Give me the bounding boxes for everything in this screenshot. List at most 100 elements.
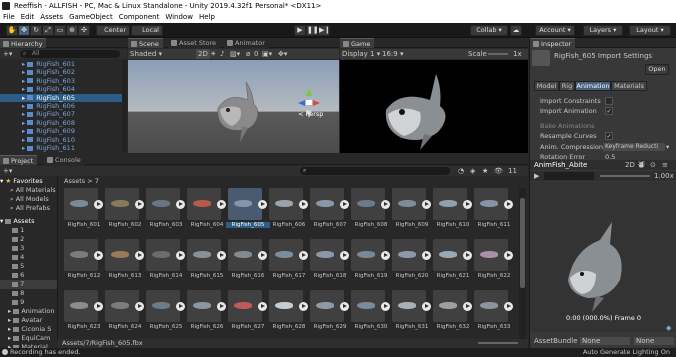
expand-play-icon[interactable] — [258, 200, 267, 209]
menu-component[interactable]: Component — [116, 12, 163, 23]
asset-tile[interactable]: RigFish_631 — [390, 290, 431, 336]
asset-tile[interactable]: RigFish_623 — [62, 290, 103, 336]
asset-tile[interactable]: RigFish_616 — [226, 239, 267, 285]
asset-tile[interactable]: RigFish_607 — [308, 188, 349, 234]
asset-thumbnail[interactable] — [392, 239, 431, 271]
pause-icon[interactable]: ❚❚ — [306, 25, 319, 36]
menu-file[interactable]: File — [0, 12, 18, 23]
step-icon[interactable]: ▶❙ — [318, 25, 330, 36]
asset-tile[interactable]: RigFish_614 — [144, 239, 185, 285]
expand-arrow-icon[interactable]: ▸ — [8, 325, 11, 333]
expand-play-icon[interactable] — [176, 302, 185, 311]
expand-play-icon[interactable] — [463, 200, 472, 209]
expand-play-icon[interactable] — [94, 302, 103, 311]
expand-arrow-icon[interactable]: ▸ — [22, 110, 25, 118]
scale-slider[interactable] — [488, 53, 508, 55]
favorite-icon[interactable]: ★ — [482, 166, 488, 176]
expand-play-icon[interactable] — [176, 251, 185, 260]
expand-arrow-icon[interactable]: ▸ — [8, 307, 11, 315]
menu-window[interactable]: Window — [162, 12, 196, 23]
layout-dropdown[interactable]: Layout ▾ — [629, 25, 671, 36]
asset-tile[interactable]: RigFish_624 — [103, 290, 144, 336]
tab-materials[interactable]: Materials — [611, 81, 647, 91]
expand-arrow-icon[interactable]: ▸ — [8, 334, 11, 342]
expand-arrow-icon[interactable]: ▸ — [22, 60, 25, 68]
project-folder[interactable]: 3 — [0, 244, 57, 253]
breadcrumb-path[interactable]: Assets > 7 — [64, 177, 99, 185]
menu-icon[interactable]: ≡ — [662, 160, 668, 170]
asset-thumbnail[interactable] — [269, 188, 308, 220]
hierarchy-item[interactable]: ▸ RigFish_607 — [0, 110, 122, 119]
assetbundle-variant-dropdown[interactable]: None — [634, 337, 674, 345]
display-dropdown[interactable]: Display 1 ▾ — [342, 49, 380, 59]
asset-thumbnail[interactable] — [64, 188, 103, 220]
project-folder[interactable]: ▸ Animation — [0, 307, 57, 316]
tab-rig[interactable]: Rig — [559, 81, 575, 91]
expand-arrow-icon[interactable] — [8, 280, 10, 288]
favorites-header[interactable]: ▾ ★ Favorites — [0, 177, 57, 186]
expand-play-icon[interactable] — [135, 200, 144, 209]
filter-type-icon[interactable]: ◔ — [458, 166, 464, 176]
anim-compression-dropdown[interactable]: Keyframe Reducti — [603, 143, 665, 151]
project-folder[interactable]: 7 — [0, 280, 57, 289]
asset-tile[interactable]: RigFish_604 — [185, 188, 226, 234]
rect-tool-icon[interactable]: ▭ — [54, 25, 66, 36]
filter-label-icon[interactable]: ◈ — [470, 166, 475, 176]
hierarchy-item[interactable]: ▸ RigFish_606 — [0, 102, 122, 111]
asset-thumbnail[interactable] — [433, 188, 472, 220]
hierarchy-item[interactable]: ▸ RigFish_608 — [0, 119, 122, 128]
project-folder[interactable]: 8 — [0, 289, 57, 298]
asset-tile[interactable]: RigFish_632 — [431, 290, 472, 336]
asset-thumbnail[interactable] — [228, 290, 267, 322]
asset-tile[interactable]: RigFish_603 — [144, 188, 185, 234]
expand-play-icon[interactable] — [422, 200, 431, 209]
asset-tile[interactable]: RigFish_628 — [267, 290, 308, 336]
asset-tile[interactable]: RigFish_606 — [267, 188, 308, 234]
expand-arrow-icon[interactable] — [8, 253, 10, 261]
expand-play-icon[interactable] — [340, 251, 349, 260]
project-folder[interactable]: 4 — [0, 253, 57, 262]
asset-tile[interactable]: RigFish_627 — [226, 290, 267, 336]
asset-tile[interactable]: RigFish_605 — [226, 188, 270, 234]
asset-thumbnail[interactable] — [64, 290, 103, 322]
asset-thumbnail[interactable] — [433, 239, 472, 271]
expand-play-icon[interactable] — [340, 200, 349, 209]
expand-arrow-icon[interactable] — [8, 244, 10, 252]
expand-play-icon[interactable] — [176, 200, 185, 209]
favorites-item[interactable]: ⌕ All Models — [0, 195, 57, 204]
asset-tile[interactable]: RigFish_619 — [349, 239, 390, 285]
asset-thumbnail[interactable] — [351, 290, 390, 322]
2d-toggle[interactable]: 2D — [196, 49, 210, 59]
expand-play-icon[interactable] — [422, 251, 431, 260]
expand-play-icon[interactable] — [94, 200, 103, 209]
pivot-space-button[interactable]: Local — [131, 25, 163, 36]
asset-thumbnail[interactable] — [105, 290, 144, 322]
project-folder[interactable]: 9 — [0, 298, 57, 307]
asset-tile[interactable]: RigFish_610 — [431, 188, 472, 234]
expand-play-icon[interactable] — [217, 200, 226, 209]
asset-thumbnail[interactable] — [269, 239, 308, 271]
expand-play-icon[interactable] — [381, 251, 390, 260]
asset-thumbnail[interactable] — [269, 290, 308, 322]
favorites-item[interactable]: ⌕ All Prefabs — [0, 204, 57, 213]
expand-arrow-icon[interactable] — [8, 226, 10, 234]
asset-tile[interactable]: RigFish_613 — [103, 239, 144, 285]
expand-play-icon[interactable] — [258, 302, 267, 311]
tab-scene[interactable]: Scene — [128, 38, 163, 48]
assets-folder[interactable]: ▾ Assets — [0, 217, 57, 226]
assetbundle-dropdown[interactable]: None — [580, 337, 630, 345]
tab-inspector[interactable]: Inspector — [530, 38, 576, 48]
persp-label[interactable]: < Persp — [298, 110, 323, 118]
hierarchy-item[interactable]: ▸ RigFish_602 — [0, 68, 122, 77]
asset-thumbnail[interactable] — [105, 188, 144, 220]
custom-tool-icon[interactable]: ✣ — [78, 25, 90, 36]
thumbnail-size-slider[interactable] — [478, 342, 518, 344]
asset-thumbnail[interactable] — [474, 239, 513, 271]
tab-model[interactable]: Model — [534, 81, 559, 91]
move-tool-icon[interactable]: ✥ — [18, 25, 30, 36]
asset-thumbnail[interactable] — [187, 239, 226, 271]
transform-tool-icon[interactable]: ⊕ — [66, 25, 78, 36]
asset-tile[interactable]: RigFish_622 — [472, 239, 513, 285]
asset-thumbnail[interactable] — [474, 290, 513, 322]
layers-dropdown[interactable]: Layers ▾ — [583, 25, 623, 36]
